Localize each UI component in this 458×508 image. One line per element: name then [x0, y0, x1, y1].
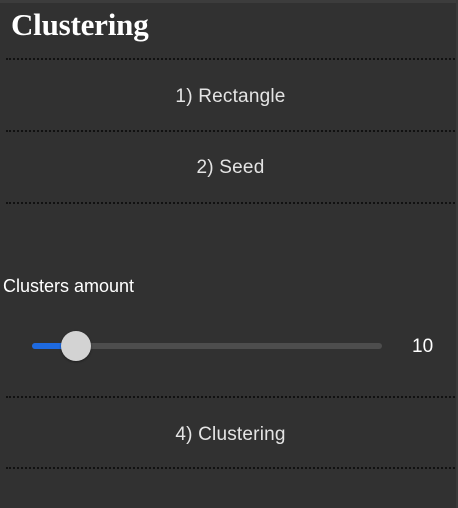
divider	[6, 396, 455, 398]
divider	[6, 130, 455, 132]
clustering-step-button[interactable]: 4) Clustering	[6, 401, 455, 469]
divider	[6, 202, 455, 204]
divider	[6, 58, 455, 60]
slider-thumb[interactable]	[60, 331, 91, 361]
rectangle-step-button[interactable]: 1) Rectangle	[6, 63, 455, 131]
panel-title: Clustering	[11, 7, 149, 42]
divider	[6, 467, 455, 469]
top-border	[0, 0, 458, 3]
clusters-amount-slider[interactable]	[32, 331, 382, 361]
clusters-amount-label: Clusters amount	[3, 276, 135, 296]
clusters-amount-value: 10	[412, 336, 434, 357]
seed-step-button[interactable]: 2) Seed	[6, 134, 455, 202]
